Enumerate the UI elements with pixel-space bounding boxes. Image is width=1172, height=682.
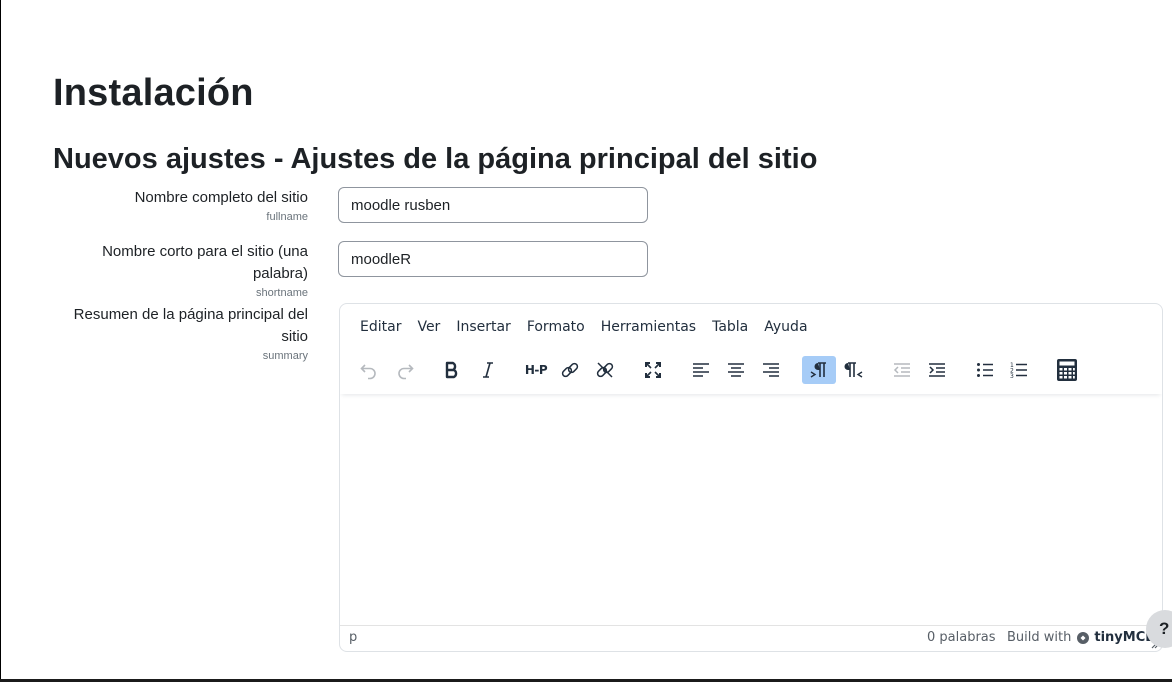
outdent-icon [893,363,910,377]
fullname-label: Nombre completo del sitio [134,189,308,206]
fullname-setting-name: fullname [266,211,308,223]
editor-content-area[interactable] [340,394,1162,626]
editor-toolbar: H-P 1 2 3 [340,352,1162,394]
align-right-button[interactable] [754,356,788,384]
word-count[interactable]: 0 palabras [927,630,996,645]
summary-setting-name: summary [262,350,308,362]
ltr-button[interactable] [802,356,836,384]
indent-icon [929,363,945,377]
numbered-list-button[interactable]: 123 [1002,356,1036,384]
fullscreen-icon [645,362,661,378]
redo-icon [398,364,414,380]
menu-ayuda[interactable]: Ayuda [756,319,815,335]
italic-icon [483,362,493,378]
align-right-icon [763,363,779,377]
shortname-label-block: Nombre corto para el sitio (una palabra)… [88,241,308,300]
summary-editor: Editar Ver Insertar Formato Herramientas… [339,303,1163,652]
window-left-border [0,0,1,682]
unlink-button[interactable] [588,356,622,384]
link-button[interactable] [553,356,587,384]
section-title: Nuevos ajustes - Ajustes de la página pr… [53,143,818,175]
summary-label: Resumen de la página principal del sitio [73,306,308,345]
align-center-button[interactable] [719,356,753,384]
redo-button[interactable] [388,356,422,384]
menu-formato[interactable]: Formato [519,319,593,335]
menu-tabla[interactable]: Tabla [704,319,756,335]
unlink-icon [596,362,614,378]
svg-text:3: 3 [1010,373,1014,380]
bullet-list-icon [977,363,993,377]
numbered-list-icon: 123 [1010,362,1027,380]
tinymce-branding[interactable]: Build with tinyMCE [1007,630,1154,645]
editor-menubar: Editar Ver Insertar Formato Herramientas… [352,319,816,335]
menu-ver[interactable]: Ver [409,319,448,335]
tinymce-brand: tinyMCE [1094,630,1155,645]
bold-icon [445,361,458,379]
build-with-text: Build with [1007,630,1072,645]
menu-insertar[interactable]: Insertar [448,319,519,335]
align-center-icon [728,363,744,377]
align-left-icon [693,363,709,377]
outdent-button[interactable] [885,356,919,384]
fullname-label-block: Nombre completo del sitio fullname [68,187,308,224]
bold-button[interactable] [435,356,469,384]
bullet-list-button[interactable] [968,356,1002,384]
shortname-input[interactable] [338,241,648,277]
rtl-icon [844,362,863,378]
tinymce-logo-icon [1077,631,1090,644]
fullname-input[interactable] [338,187,648,223]
element-path[interactable]: p [349,630,357,645]
rtl-button[interactable] [837,356,871,384]
fullscreen-button[interactable] [636,356,670,384]
calculator-button[interactable] [1050,356,1084,384]
editor-statusbar: p 0 palabras Build with tinyMCE [340,625,1162,651]
page-title: Instalación [53,72,254,114]
summary-label-block: Resumen de la página principal del sitio… [58,304,308,363]
italic-button[interactable] [471,356,505,384]
link-icon [561,362,579,378]
indent-button[interactable] [920,356,954,384]
menu-editar[interactable]: Editar [352,319,409,335]
shortname-setting-name: shortname [256,287,308,299]
h5p-button[interactable]: H-P [518,356,554,384]
calculator-icon [1057,359,1077,381]
ltr-icon [810,362,826,378]
undo-icon [360,364,376,380]
h5p-icon: H-P [524,363,548,377]
align-left-button[interactable] [684,356,718,384]
undo-button[interactable] [352,356,386,384]
menu-herramientas[interactable]: Herramientas [593,319,704,335]
shortname-label: Nombre corto para el sitio (una palabra) [102,243,308,282]
